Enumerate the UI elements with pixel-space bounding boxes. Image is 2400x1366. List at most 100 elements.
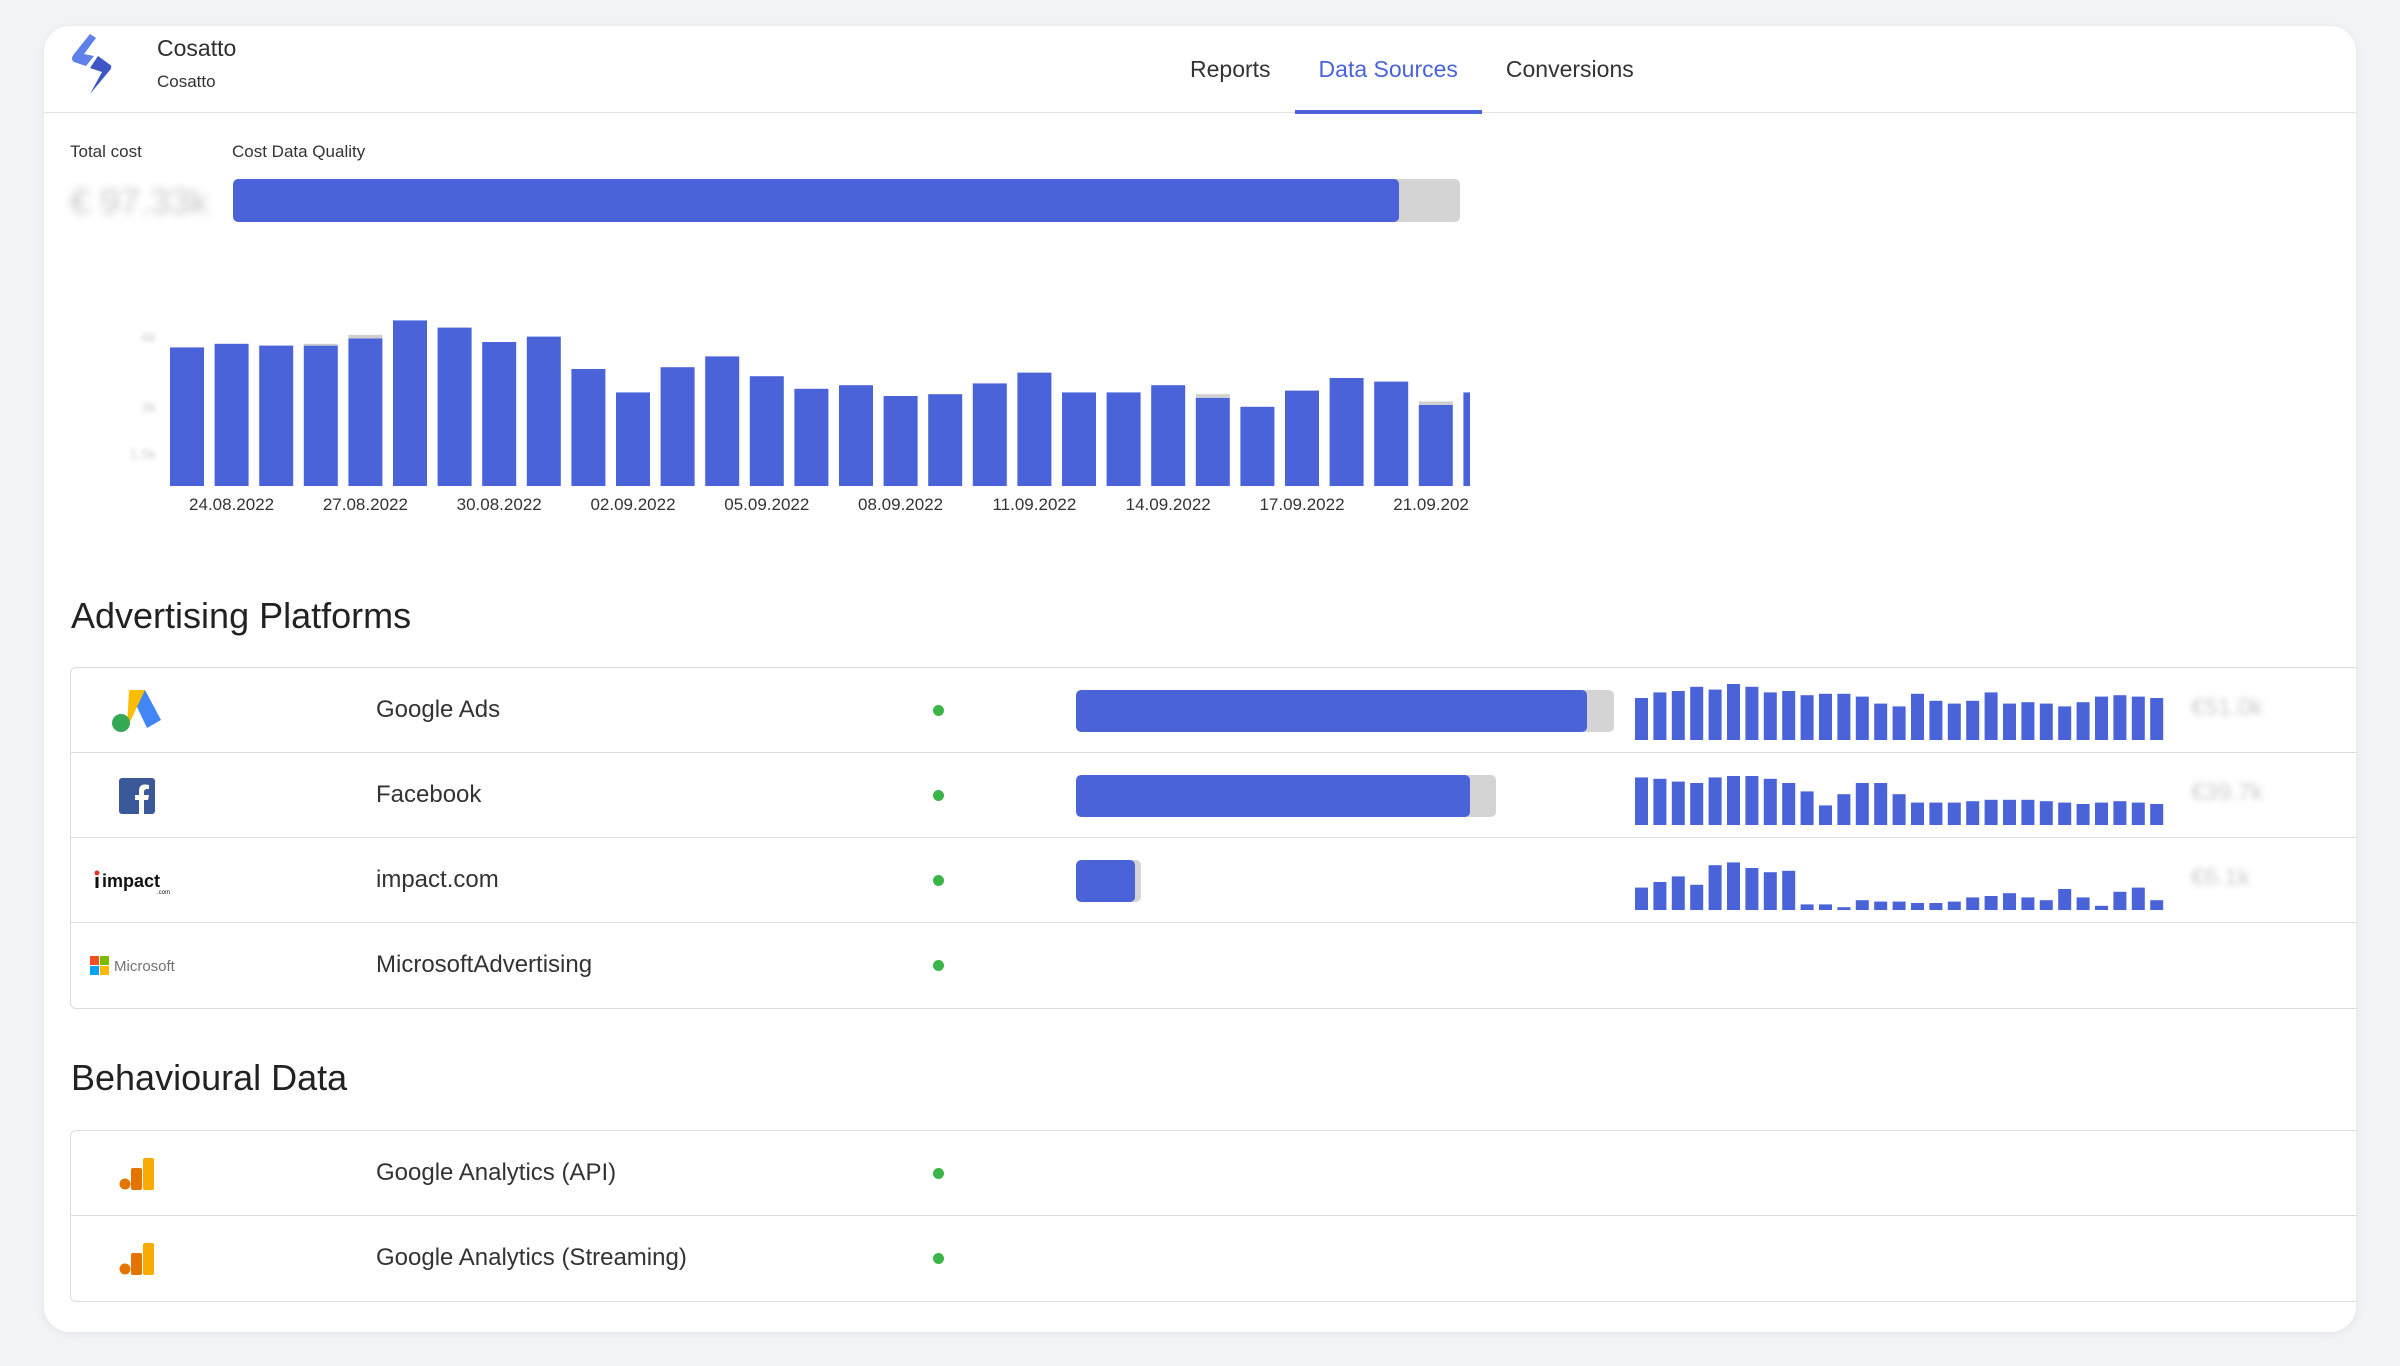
sparkline-bar bbox=[1782, 783, 1796, 825]
chart-bar-missing[interactable] bbox=[303, 343, 338, 346]
table-row[interactable]: Microsoft MicrosoftAdvertising bbox=[71, 923, 2356, 1008]
chart-bar[interactable] bbox=[526, 336, 561, 486]
sparkline-bar bbox=[1763, 692, 1777, 740]
status-dot bbox=[933, 1168, 944, 1179]
sparkline-bar bbox=[2150, 900, 2164, 910]
sparkline-bar bbox=[1819, 805, 1832, 825]
sparkline-bar bbox=[1708, 689, 1722, 740]
chart-bar[interactable] bbox=[170, 347, 204, 486]
sparkline-bar bbox=[2058, 706, 2072, 740]
sparkline-bar bbox=[1782, 870, 1796, 910]
status-dot bbox=[933, 705, 944, 716]
chart-bar[interactable] bbox=[1151, 385, 1186, 486]
chart-bar[interactable] bbox=[393, 320, 427, 486]
sparkline-bar bbox=[1635, 777, 1648, 825]
google-analytics-logo-icon bbox=[109, 1236, 165, 1282]
workspace-title[interactable]: Cosatto bbox=[157, 35, 236, 62]
status-dot bbox=[933, 960, 944, 971]
sparkline-bar bbox=[2095, 905, 2108, 910]
sparkline-bar bbox=[2150, 698, 2164, 740]
sparkline-bar bbox=[1892, 706, 1906, 740]
chart-bar[interactable] bbox=[214, 343, 249, 486]
chart-bar-missing[interactable] bbox=[1418, 401, 1453, 405]
sparkline-bar bbox=[1874, 901, 1888, 910]
chart-bar[interactable] bbox=[883, 396, 918, 486]
table-row[interactable]: impact .com impact.com €6.1k bbox=[71, 838, 2356, 923]
chart-bar[interactable] bbox=[1329, 378, 1364, 486]
sparkline-bar bbox=[1708, 865, 1722, 910]
top-header: Cosatto Cosatto Reports Data Sources Con… bbox=[44, 26, 2356, 114]
x-tick-label: 27.08.2022 bbox=[323, 495, 408, 514]
sparkline-bar bbox=[1745, 686, 1759, 740]
chart-bar-missing[interactable] bbox=[348, 334, 383, 339]
sparkline-bar bbox=[2039, 703, 2053, 740]
chart-bar[interactable] bbox=[794, 388, 829, 486]
tab-data-sources[interactable]: Data Sources bbox=[1294, 26, 1483, 114]
chart-bar[interactable] bbox=[1418, 405, 1453, 486]
cost-quality-bar[interactable] bbox=[233, 179, 1460, 222]
chart-bar[interactable] bbox=[972, 383, 1007, 486]
chart-bar[interactable] bbox=[303, 345, 338, 486]
platform-name[interactable]: Google Analytics (Streaming) bbox=[376, 1244, 687, 1272]
sparkline-bar bbox=[2021, 799, 2035, 825]
chart-bar[interactable] bbox=[749, 376, 784, 486]
chart-bar[interactable] bbox=[928, 394, 963, 486]
chart-bar[interactable] bbox=[482, 342, 517, 486]
chart-bar[interactable] bbox=[348, 338, 383, 486]
chart-bar[interactable] bbox=[1106, 392, 1141, 486]
google-ads-logo-icon bbox=[109, 688, 165, 734]
chart-bar[interactable] bbox=[839, 385, 873, 486]
cost-quality-fill bbox=[1076, 690, 1588, 732]
sparkline-bar bbox=[1690, 783, 1704, 825]
sparkline-bar bbox=[1929, 802, 1943, 825]
impact-logo-icon: impact .com bbox=[93, 858, 177, 904]
sparkline-bar bbox=[1966, 700, 1980, 740]
sparkline-bar bbox=[2058, 802, 2072, 825]
platform-name[interactable]: MicrosoftAdvertising bbox=[376, 951, 592, 979]
table-row[interactable]: Facebook €39.7k bbox=[71, 753, 2356, 838]
sparkline-bar bbox=[1837, 907, 1851, 910]
platform-name[interactable]: Google Analytics (API) bbox=[376, 1159, 616, 1187]
daily-spend-sparkline bbox=[1635, 776, 2164, 825]
cost-quality-bar[interactable] bbox=[1076, 860, 1141, 902]
chart-bar[interactable] bbox=[1017, 372, 1052, 486]
chart-bar[interactable] bbox=[616, 392, 650, 486]
platform-name[interactable]: Facebook bbox=[376, 781, 481, 809]
x-tick-label: 08.09.2022 bbox=[858, 495, 943, 514]
svg-text:.com: .com bbox=[157, 890, 170, 896]
chart-bar[interactable] bbox=[1062, 392, 1096, 486]
sparkline-bar bbox=[1819, 904, 1832, 910]
platform-name[interactable]: impact.com bbox=[376, 866, 499, 894]
sparkline-bar bbox=[1966, 897, 1980, 910]
chart-bar[interactable] bbox=[660, 367, 695, 486]
table-row[interactable]: Google Ads €51.0k bbox=[71, 668, 2356, 753]
cost-quality-bar[interactable] bbox=[1076, 775, 1496, 817]
chart-bar-missing[interactable] bbox=[1195, 394, 1230, 398]
table-row[interactable]: Google Analytics (Streaming) bbox=[71, 1216, 2356, 1301]
chart-bar[interactable] bbox=[1195, 397, 1230, 486]
chart-bar[interactable] bbox=[1240, 406, 1275, 486]
sparkline-bar bbox=[1929, 903, 1943, 910]
chart-bar[interactable] bbox=[259, 345, 294, 486]
tab-conversions[interactable]: Conversions bbox=[1482, 26, 1658, 113]
sparkline-bar bbox=[1911, 693, 1924, 740]
chart-bar[interactable] bbox=[1463, 392, 1470, 486]
svg-text:impact: impact bbox=[102, 871, 160, 891]
chart-bar[interactable] bbox=[1285, 390, 1319, 486]
sparkline-bar bbox=[2076, 897, 2090, 910]
table-row[interactable]: Google Analytics (API) bbox=[71, 1131, 2356, 1216]
tab-reports[interactable]: Reports bbox=[1166, 26, 1295, 113]
daily-spend-sparkline bbox=[1635, 684, 2164, 740]
chart-bar[interactable] bbox=[1374, 381, 1409, 486]
daily-spend-sparkline bbox=[1635, 862, 2164, 910]
chart-bar[interactable] bbox=[705, 356, 740, 486]
sparkline-bar bbox=[2039, 801, 2053, 825]
chart-bar[interactable] bbox=[571, 369, 606, 486]
sparkline-bar bbox=[1984, 799, 1998, 825]
platform-cost-value: €51.0k bbox=[2191, 694, 2264, 721]
cost-quality-bar[interactable] bbox=[1076, 690, 1614, 732]
platform-name[interactable]: Google Ads bbox=[376, 696, 500, 724]
chart-bar[interactable] bbox=[437, 327, 472, 486]
sparkline-bar bbox=[1782, 691, 1796, 740]
app-logo-icon[interactable] bbox=[68, 32, 116, 98]
